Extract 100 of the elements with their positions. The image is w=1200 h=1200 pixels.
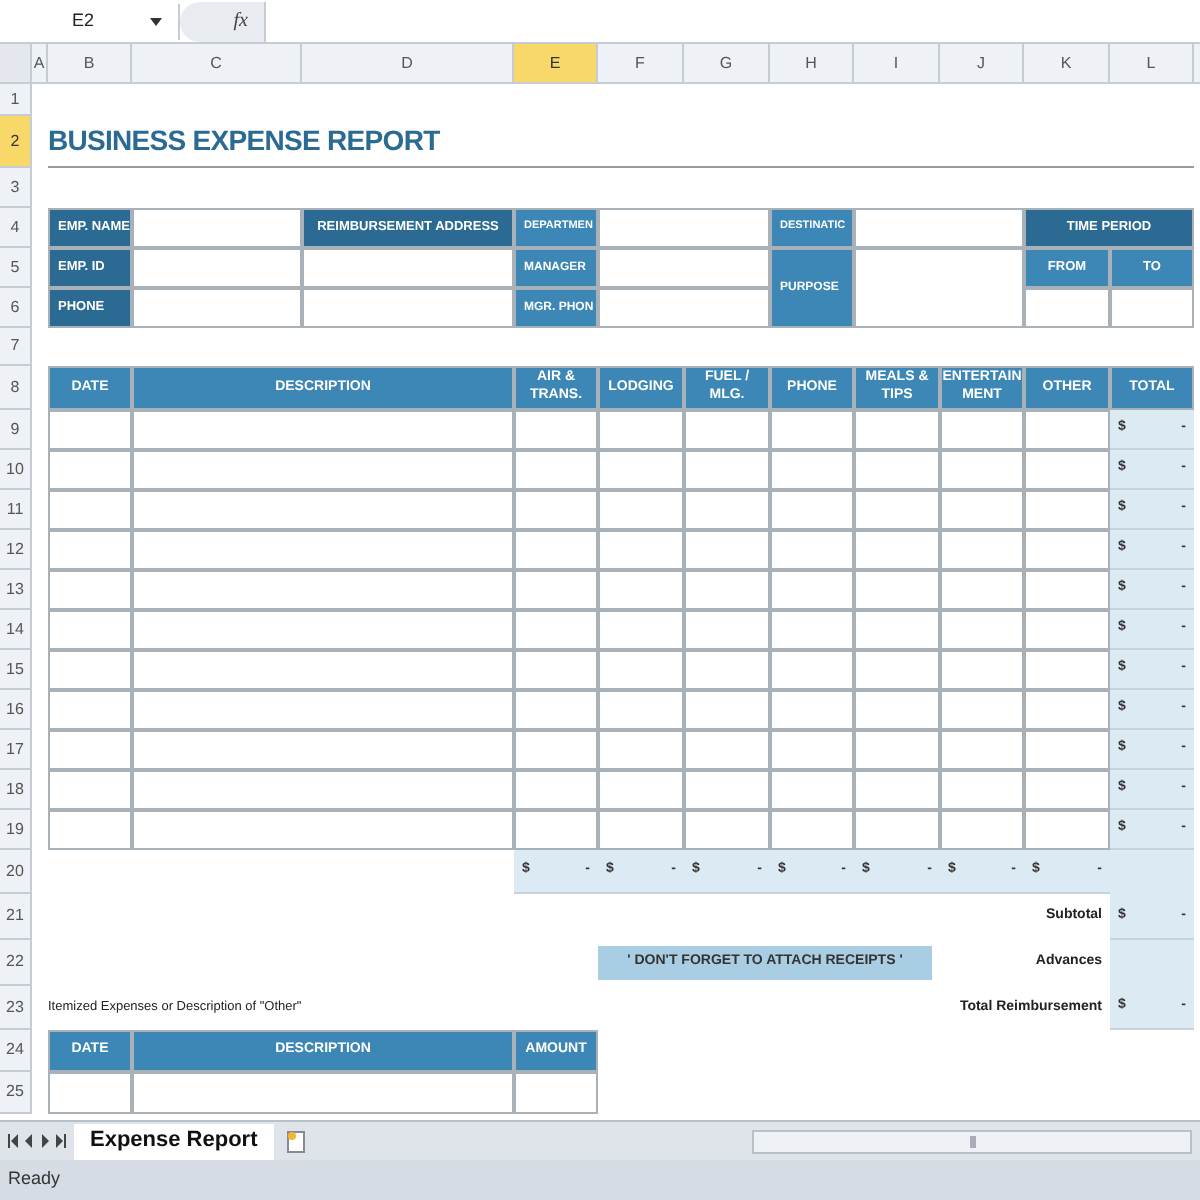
column-header[interactable]: D bbox=[302, 44, 514, 84]
table-cell bbox=[940, 450, 1024, 490]
row-header[interactable]: 23 bbox=[0, 986, 32, 1030]
table-cell bbox=[514, 770, 598, 810]
table-cell bbox=[854, 730, 940, 770]
table-cell bbox=[854, 770, 940, 810]
function-button[interactable]: fx bbox=[180, 1, 264, 41]
table-cell bbox=[1024, 730, 1110, 770]
row-header[interactable]: 3 bbox=[0, 168, 32, 208]
row-header[interactable]: 9 bbox=[0, 410, 32, 450]
table-cell bbox=[854, 490, 940, 530]
table-cell bbox=[940, 650, 1024, 690]
row-header[interactable]: 7 bbox=[0, 328, 32, 366]
row-header[interactable]: 8 bbox=[0, 366, 32, 410]
row-header[interactable]: 1 bbox=[0, 84, 32, 116]
column-header[interactable]: J bbox=[940, 44, 1024, 84]
horizontal-scrollbar[interactable] bbox=[752, 1129, 1192, 1153]
table-cell bbox=[684, 570, 770, 610]
row-header[interactable]: 24 bbox=[0, 1030, 32, 1072]
table-cell bbox=[598, 530, 684, 570]
row-header[interactable]: 20 bbox=[0, 850, 32, 894]
row-header[interactable]: 12 bbox=[0, 530, 32, 570]
row-header[interactable]: 21 bbox=[0, 894, 32, 940]
table-cell bbox=[48, 570, 132, 610]
table-cell bbox=[514, 810, 598, 850]
row-header[interactable]: 11 bbox=[0, 490, 32, 530]
row-header[interactable]: 18 bbox=[0, 770, 32, 810]
table-cell bbox=[854, 410, 940, 450]
table-cell bbox=[598, 610, 684, 650]
sheet-nav-icon[interactable] bbox=[8, 1134, 18, 1148]
table-cell bbox=[940, 530, 1024, 570]
table-cell bbox=[1024, 410, 1110, 450]
table-cell bbox=[940, 410, 1024, 450]
table-cell bbox=[940, 810, 1024, 850]
table-cell bbox=[514, 1072, 598, 1114]
table-cell bbox=[598, 410, 684, 450]
table-cell bbox=[684, 810, 770, 850]
row-header[interactable]: 4 bbox=[0, 208, 32, 248]
table-cell bbox=[854, 530, 940, 570]
table-cell bbox=[598, 650, 684, 690]
column-header[interactable]: A bbox=[32, 44, 48, 84]
column-header[interactable]: L bbox=[1110, 44, 1194, 84]
new-sheet-icon[interactable] bbox=[281, 1129, 310, 1153]
table-cell bbox=[1024, 288, 1110, 328]
row-header[interactable]: 14 bbox=[0, 610, 32, 650]
table-cell bbox=[1024, 490, 1110, 530]
table-cell bbox=[770, 490, 854, 530]
table-cell bbox=[514, 610, 598, 650]
column-header[interactable]: G bbox=[684, 44, 770, 84]
column-header[interactable]: K bbox=[1024, 44, 1110, 84]
sheet-tab[interactable]: Expense Report bbox=[74, 1123, 274, 1159]
sheet-nav-icon[interactable] bbox=[56, 1134, 66, 1148]
table-cell bbox=[598, 770, 684, 810]
name-box[interactable]: E2 bbox=[0, 3, 180, 39]
table-cell bbox=[854, 650, 940, 690]
row-header[interactable]: 15 bbox=[0, 650, 32, 690]
table-cell bbox=[48, 1072, 132, 1114]
table-cell bbox=[48, 690, 132, 730]
column-header[interactable]: E bbox=[514, 44, 598, 84]
table-cell bbox=[684, 770, 770, 810]
row-header[interactable]: 13 bbox=[0, 570, 32, 610]
table-cell bbox=[940, 770, 1024, 810]
table-cell bbox=[854, 570, 940, 610]
table-cell bbox=[684, 690, 770, 730]
column-header[interactable]: F bbox=[598, 44, 684, 84]
table-cell bbox=[770, 610, 854, 650]
table-cell bbox=[514, 450, 598, 490]
row-header[interactable]: 19 bbox=[0, 810, 32, 850]
row-header[interactable]: 5 bbox=[0, 248, 32, 288]
column-header[interactable]: B bbox=[48, 44, 132, 84]
table-cell bbox=[514, 490, 598, 530]
column-header[interactable]: H bbox=[770, 44, 854, 84]
table-cell bbox=[770, 530, 854, 570]
row-header[interactable]: 22 bbox=[0, 940, 32, 986]
table-cell bbox=[684, 650, 770, 690]
table-cell bbox=[514, 650, 598, 690]
summary-value bbox=[1110, 940, 1194, 986]
table-cell bbox=[48, 450, 132, 490]
table-cell bbox=[598, 730, 684, 770]
table-cell bbox=[598, 490, 684, 530]
column-header[interactable]: C bbox=[132, 44, 302, 84]
row-header[interactable]: 10 bbox=[0, 450, 32, 490]
row-header[interactable]: 16 bbox=[0, 690, 32, 730]
table-cell bbox=[1024, 770, 1110, 810]
table-cell bbox=[684, 410, 770, 450]
table-cell bbox=[514, 690, 598, 730]
table-cell bbox=[854, 450, 940, 490]
table-cell bbox=[770, 770, 854, 810]
column-header[interactable]: I bbox=[854, 44, 940, 84]
table-cell bbox=[598, 690, 684, 730]
table-cell bbox=[1024, 450, 1110, 490]
table-cell bbox=[598, 810, 684, 850]
table-cell bbox=[1110, 288, 1194, 328]
table-cell bbox=[514, 730, 598, 770]
row-header[interactable]: 17 bbox=[0, 730, 32, 770]
table-cell bbox=[770, 570, 854, 610]
row-header[interactable]: 25 bbox=[0, 1072, 32, 1114]
row-header[interactable]: 6 bbox=[0, 288, 32, 328]
table-cell bbox=[1024, 530, 1110, 570]
row-header[interactable]: 2 bbox=[0, 116, 32, 168]
